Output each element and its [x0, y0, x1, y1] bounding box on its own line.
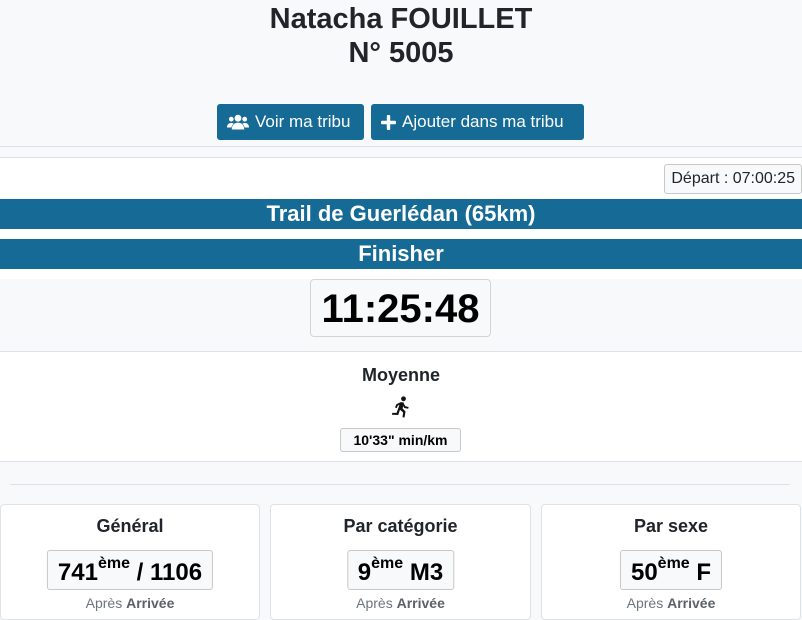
divider — [0, 146, 802, 147]
ranking-card-category: Par catégorie 9ème M3 Après Arrivée — [270, 504, 531, 620]
add-to-tribe-label: Ajouter dans ma tribu — [402, 112, 564, 131]
average-label: Moyenne — [361, 365, 440, 385]
ranking-value: 50ème F — [619, 550, 723, 590]
race-title: Trail de Guerlédan (65km) — [0, 199, 802, 229]
race-status: Finisher — [0, 239, 802, 269]
divider — [10, 484, 790, 485]
athlete-header: Natacha FOUILLET N° 5005 Voir ma tribu A… — [0, 0, 802, 147]
view-tribe-button[interactable]: Voir ma tribu — [217, 104, 364, 140]
view-tribe-label: Voir ma tribu — [255, 112, 351, 131]
ranking-checkpoint: Après Arrivée — [356, 595, 445, 611]
ranking-card-general: Général 741ème / 1106 Après Arrivée — [0, 504, 260, 620]
ranking-title: Par catégorie — [343, 516, 458, 536]
ranking-title: Par sexe — [633, 516, 709, 536]
running-icon — [391, 396, 411, 418]
rankings-section: Général 741ème / 1106 Après Arrivée Par … — [0, 463, 802, 620]
ranking-value: 741ème / 1106 — [46, 550, 214, 590]
add-to-tribe-button[interactable]: Ajouter dans ma tribu — [371, 104, 584, 140]
users-icon — [227, 114, 249, 130]
ranking-checkpoint: Après Arrivée — [626, 595, 716, 611]
average-pace: 10'33" min/km — [340, 428, 461, 452]
start-time-badge: Départ : 07:00:25 — [664, 164, 802, 194]
bib-number: N° 5005 — [348, 37, 454, 69]
finish-time-area: 11:25:48 — [0, 279, 802, 352]
plus-icon — [381, 114, 396, 130]
finish-time: 11:25:48 — [310, 279, 491, 337]
race-result-panel: Départ : 07:00:25 Trail de Guerlédan (65… — [0, 157, 802, 462]
ranking-value: 9ème M3 — [346, 550, 455, 590]
athlete-name: Natacha FOUILLET — [269, 3, 533, 35]
ranking-title: Général — [96, 516, 164, 536]
ranking-card-sex: Par sexe 50ème F Après Arrivée — [541, 504, 801, 620]
ranking-checkpoint: Après Arrivée — [85, 595, 175, 611]
